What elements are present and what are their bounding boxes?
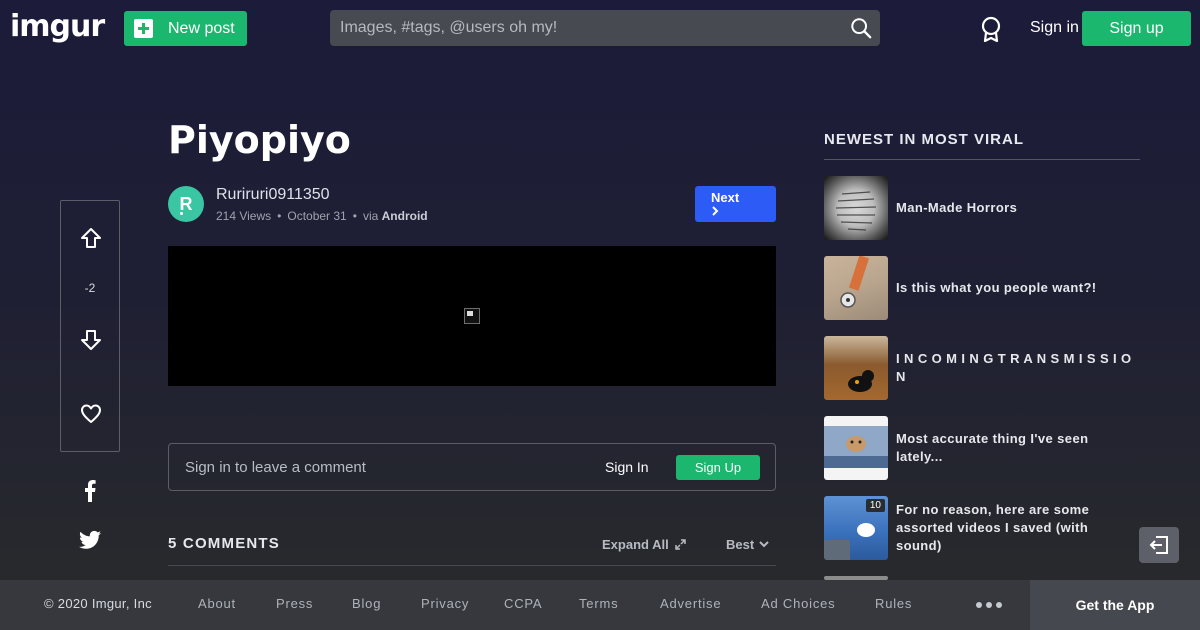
- sort-label: Best: [726, 537, 755, 552]
- rail-item-title[interactable]: For no reason, here are some assorted vi…: [896, 496, 1132, 560]
- post-source: via Android: [362, 209, 428, 223]
- chevron-down-icon: [759, 541, 769, 548]
- post-meta: 214 Views • October 31 • via Android: [216, 209, 428, 223]
- expand-icon: [674, 539, 686, 550]
- new-post-button[interactable]: New post: [124, 11, 247, 46]
- footer-link-blog[interactable]: Blog: [352, 596, 381, 611]
- rail-item[interactable]: Man-Made Horrors: [824, 176, 1144, 240]
- plus-icon: [134, 19, 153, 38]
- footer-link-press[interactable]: Press: [276, 596, 313, 611]
- engraved-stone-image: [835, 191, 877, 231]
- comment-prompt[interactable]: Sign in to leave a comment: [185, 459, 366, 476]
- twitter-share-icon[interactable]: [79, 530, 101, 550]
- get-the-app-button[interactable]: Get the App: [1030, 580, 1200, 630]
- view-count: 214 Views: [216, 209, 272, 223]
- imgur-logo[interactable]: imgur: [10, 10, 105, 44]
- search-bar: [330, 10, 880, 46]
- rail-item-title[interactable]: Man-Made Horrors: [896, 176, 1132, 240]
- sign-in-link[interactable]: Sign in: [1030, 19, 1079, 37]
- footer-link-about[interactable]: About: [198, 596, 236, 611]
- rail-item[interactable]: Is this what you people want?!: [824, 256, 1144, 320]
- divider: [168, 565, 776, 566]
- rail-thumbnail[interactable]: [824, 336, 888, 400]
- comment-box: Sign in to leave a comment Sign In Sign …: [168, 443, 776, 491]
- rail-thumbnail[interactable]: 10: [824, 496, 888, 560]
- comment-sign-up-button[interactable]: Sign Up: [676, 455, 760, 480]
- footer-link-rules[interactable]: Rules: [875, 596, 912, 611]
- vote-panel: -2: [60, 200, 120, 452]
- rail-item-title[interactable]: I N C O M I N G T R A N S M I S S I O N: [896, 336, 1132, 400]
- upvote-arrow-icon[interactable]: [80, 227, 102, 249]
- favorite-heart-icon[interactable]: [80, 403, 102, 425]
- footer-link-terms[interactable]: Terms: [579, 596, 618, 611]
- chevron-right-icon: [712, 206, 719, 216]
- sign-up-button[interactable]: Sign up: [1082, 11, 1191, 46]
- rail-item[interactable]: 10 For no reason, here are some assorted…: [824, 496, 1144, 560]
- post-title: Piyopiyo: [168, 118, 351, 162]
- rail-heading: NEWEST IN MOST VIRAL: [824, 131, 1024, 148]
- exit-icon: [1149, 536, 1168, 554]
- rail-thumbnail[interactable]: [824, 176, 888, 240]
- expand-all-button[interactable]: Expand All: [602, 537, 686, 552]
- rail-item-title[interactable]: Is this what you people want?!: [896, 256, 1132, 320]
- page-footer: © 2020 Imgur, Inc About Press Blog Priva…: [0, 580, 1200, 630]
- footer-copyright: © 2020 Imgur, Inc: [44, 596, 152, 611]
- footer-link-advertise[interactable]: Advertise: [660, 596, 721, 611]
- rail-item[interactable]: I N C O M I N G T R A N S M I S S I O N: [824, 336, 1144, 400]
- vote-score: -2: [84, 281, 96, 295]
- sort-dropdown[interactable]: Best: [726, 537, 769, 552]
- expand-all-label: Expand All: [602, 537, 669, 552]
- top-header: imgur New post Sign in Sign up: [0, 0, 1200, 56]
- rail-thumbnail[interactable]: [824, 416, 888, 480]
- more-options-icon[interactable]: [976, 602, 1002, 608]
- divider: [824, 159, 1140, 160]
- footer-link-ccpa[interactable]: CCPA: [504, 596, 542, 611]
- next-label: Next: [711, 190, 740, 205]
- post-media[interactable]: [168, 246, 776, 386]
- next-post-button[interactable]: Next: [695, 186, 776, 222]
- image-count-badge: 10: [865, 499, 885, 512]
- facebook-share-icon[interactable]: [84, 480, 96, 502]
- author-name[interactable]: Ruriruri0911350: [216, 186, 330, 204]
- rail-item[interactable]: Most accurate thing I've seen lately...: [824, 416, 1144, 480]
- cat-on-floor-image: [848, 370, 874, 392]
- downvote-arrow-icon[interactable]: [80, 329, 102, 351]
- meta-separator: •: [277, 209, 282, 223]
- avatar-dot: [180, 212, 183, 215]
- pipette-image: [840, 256, 870, 308]
- sign-out-button[interactable]: [1139, 527, 1179, 563]
- broken-image-icon: [464, 308, 480, 324]
- meta-separator: •: [352, 209, 357, 223]
- post-date: October 31: [287, 209, 347, 223]
- footer-link-ad-choices[interactable]: Ad Choices: [761, 596, 835, 611]
- comment-sign-in-link[interactable]: Sign In: [605, 459, 649, 475]
- rail-item-title[interactable]: Most accurate thing I've seen lately...: [896, 416, 1132, 480]
- search-icon[interactable]: [850, 17, 872, 39]
- author-avatar[interactable]: R: [168, 186, 204, 222]
- rail-thumbnail[interactable]: [824, 256, 888, 320]
- cartoon-screenshot-image: [824, 426, 888, 468]
- trophy-icon[interactable]: [979, 16, 1003, 42]
- footer-link-privacy[interactable]: Privacy: [421, 596, 469, 611]
- comments-count-heading: 5 COMMENTS: [168, 535, 281, 552]
- search-input[interactable]: [340, 10, 840, 46]
- new-post-label: New post: [168, 19, 235, 37]
